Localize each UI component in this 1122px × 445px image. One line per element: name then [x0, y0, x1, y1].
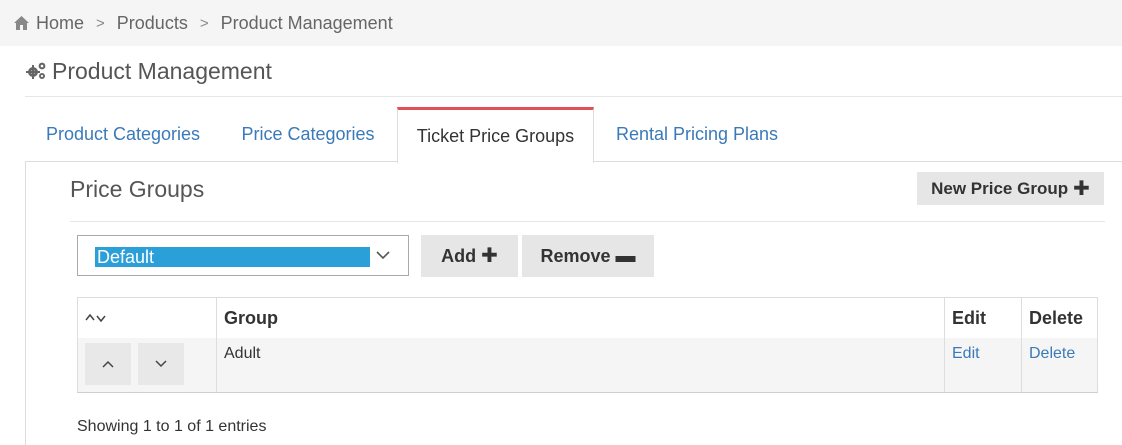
breadcrumb-products-link[interactable]: Products: [117, 13, 188, 34]
chevron-down-icon: [155, 360, 167, 368]
column-header-delete: Delete: [1029, 308, 1084, 328]
section-divider: [70, 221, 1105, 222]
edit-link[interactable]: Edit: [952, 345, 980, 363]
delete-link[interactable]: Delete: [1029, 345, 1075, 363]
title-divider: [25, 96, 1122, 97]
move-down-button[interactable]: [138, 343, 184, 385]
plus-icon: ✚: [1073, 177, 1090, 200]
column-header-group: Group: [224, 308, 278, 328]
price-groups-table: Group Edit Delete Adult Edit Delete: [77, 297, 1098, 393]
section-title: Price Groups: [70, 176, 205, 202]
new-price-group-label: New Price Group: [931, 178, 1069, 198]
breadcrumb-separator: >: [199, 14, 209, 32]
tab-price-categories[interactable]: Price Categories: [222, 107, 394, 162]
column-divider: [944, 298, 945, 392]
cell-group: Adult: [224, 345, 261, 362]
gears-icon: [26, 62, 46, 79]
move-up-button[interactable]: [85, 343, 131, 385]
minus-icon: ▬: [615, 245, 636, 267]
remove-button[interactable]: Remove ▬: [522, 235, 654, 277]
add-button-label: Add: [441, 245, 477, 266]
breadcrumb-separator: >: [96, 14, 105, 32]
column-header-edit: Edit: [952, 308, 986, 328]
price-group-select[interactable]: Default: [77, 235, 409, 276]
page-title: Product Management: [25, 56, 272, 86]
add-button[interactable]: Add ✚: [421, 235, 518, 277]
chevron-up-icon: [102, 360, 114, 368]
column-divider: [1021, 298, 1022, 392]
tab-bar: Product Categories Price Categories Tick…: [25, 107, 1122, 163]
table-info: Showing 1 to 1 of 1 entries: [77, 418, 267, 435]
tab-ticket-price-groups[interactable]: Ticket Price Groups: [397, 107, 594, 163]
breadcrumb-current: Product Management: [220, 12, 393, 33]
breadcrumb: Home > Products > Product Management: [0, 0, 1122, 46]
tab-product-categories[interactable]: Product Categories: [25, 107, 221, 162]
sort-arrows-icon[interactable]: [85, 312, 107, 324]
home-icon: [14, 16, 29, 30]
breadcrumb-home-link[interactable]: Home: [36, 13, 84, 34]
new-price-group-button[interactable]: New Price Group ✚: [917, 172, 1104, 205]
chevron-down-icon: [376, 251, 390, 260]
plus-icon: ✚: [481, 245, 498, 267]
remove-button-label: Remove: [540, 245, 611, 266]
price-group-select-value: Default: [95, 247, 370, 267]
panel-border: [25, 162, 26, 445]
column-divider: [216, 298, 217, 392]
tab-rental-pricing-plans[interactable]: Rental Pricing Plans: [594, 107, 800, 162]
page-title-text: Product Management: [52, 57, 272, 84]
